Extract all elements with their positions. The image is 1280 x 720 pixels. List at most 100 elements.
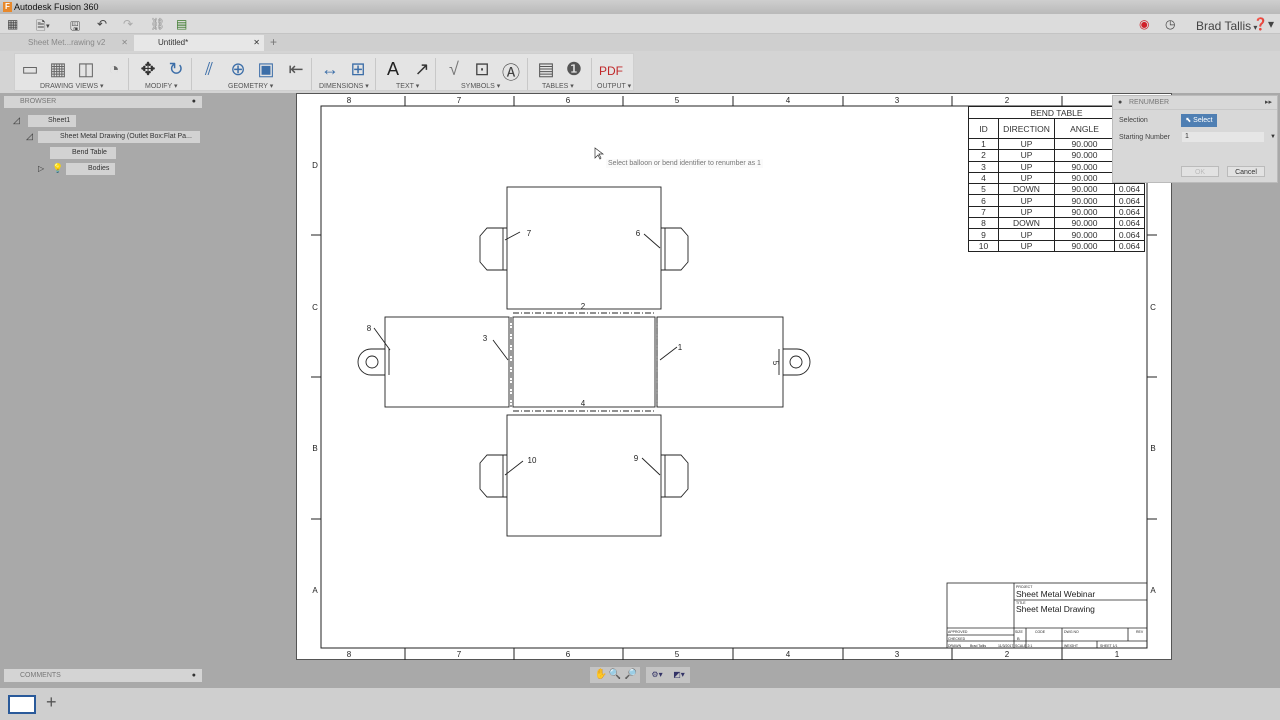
table-cell: 90.000 — [1054, 160, 1115, 173]
size-value: B — [1017, 636, 1020, 641]
drawn-date: 11/3/2017 — [998, 644, 1013, 648]
dialog-header: ● RENUMBER ▸▸ — [1113, 96, 1277, 110]
bend-balloon[interactable]: 3 — [483, 334, 488, 343]
zone-label-bottom: 6 — [566, 650, 571, 659]
table-cell: UP — [998, 239, 1055, 252]
bend-balloon[interactable]: 2 — [581, 302, 586, 311]
table-cell: 2 — [968, 149, 999, 162]
table-cell: 8 — [968, 217, 999, 230]
column-header: ANGLE — [1054, 118, 1115, 139]
table-row: 10 UP 90.000 0.064 — [968, 239, 1145, 252]
table-row: 9 UP 90.000 0.064 — [968, 228, 1145, 241]
bend-balloon[interactable]: 1 — [678, 343, 683, 352]
table-cell: 0.064 — [1114, 183, 1145, 196]
table-cell: 90.000 — [1054, 137, 1115, 151]
table-cell: 0.064 — [1114, 217, 1145, 230]
rev-label: REV — [1136, 630, 1144, 634]
bend-balloon[interactable]: 6 — [636, 229, 641, 238]
table-cell: 1 — [968, 137, 999, 151]
zone-label-bottom: 5 — [675, 650, 680, 659]
table-cell: 90.000 — [1054, 239, 1115, 252]
select-button[interactable]: ⬉ Select — [1181, 114, 1217, 127]
size-label: SIZE — [1015, 630, 1023, 634]
table-cell: 0.064 — [1114, 205, 1145, 219]
table-cell: UP — [998, 171, 1055, 185]
table-cell: 9 — [968, 228, 999, 241]
ok-button[interactable]: OK — [1181, 166, 1219, 177]
add-sheet-button[interactable]: + — [46, 692, 57, 713]
table-cell: 4 — [968, 171, 999, 185]
flat-pattern-view — [357, 186, 811, 537]
zone-label-right: B — [1150, 444, 1155, 453]
bend-balloon[interactable]: 7 — [527, 229, 532, 238]
table-cell: UP — [998, 205, 1055, 219]
column-header: DIRECTION — [998, 118, 1055, 139]
sheet-bar: + — [0, 688, 1280, 720]
table-cell: 10 — [968, 239, 999, 252]
table-cell: 90.000 — [1054, 171, 1115, 185]
dialog-title: RENUMBER — [1129, 99, 1170, 106]
zoom-icon[interactable]: 🔎 — [624, 667, 638, 683]
table-cell: 0.064 — [1114, 194, 1145, 207]
zone-label-left: C — [312, 303, 318, 312]
zone-label-top: 2 — [1005, 96, 1010, 105]
starting-number-input[interactable]: 1 ▼ — [1182, 132, 1276, 142]
display-settings-icon[interactable]: ⚙▾ — [648, 667, 666, 683]
table-cell: 3 — [968, 160, 999, 173]
bend-balloon[interactable]: 8 — [367, 324, 372, 333]
table-cell: 0.064 — [1114, 228, 1145, 241]
zone-label-bottom: 8 — [347, 650, 352, 659]
zone-label-right: A — [1150, 586, 1156, 595]
approved-label: APPROVED — [948, 630, 968, 634]
selection-label: Selection — [1119, 117, 1148, 124]
project-name: Sheet Metal Webinar — [1016, 589, 1095, 599]
dropdown-arrow-icon[interactable]: ▼ — [1270, 132, 1276, 142]
table-cell: UP — [998, 160, 1055, 173]
cancel-button[interactable]: Cancel — [1227, 166, 1265, 177]
table-cell: 90.000 — [1054, 217, 1115, 230]
renumber-dialog: ● RENUMBER ▸▸ Selection ⬉ Select Starting … — [1112, 95, 1278, 183]
table-cell: DOWN — [998, 183, 1055, 196]
code-label: CODE — [1035, 630, 1046, 634]
table-row: 8 DOWN 90.000 0.064 — [968, 217, 1145, 230]
zone-label-bottom: 2 — [1005, 650, 1010, 659]
dialog-icon: ● — [1118, 99, 1123, 106]
table-row: 5 DOWN 90.000 0.064 — [968, 183, 1145, 196]
table-cell: UP — [998, 137, 1055, 151]
zone-label-right: C — [1150, 303, 1156, 312]
zone-label-top: 7 — [457, 96, 462, 105]
zone-label-bottom: 1 — [1115, 650, 1120, 659]
starting-number-label: Starting Number — [1119, 134, 1170, 141]
grid-settings-icon[interactable]: ◩▾ — [670, 667, 688, 683]
table-cell: 6 — [968, 194, 999, 207]
table-cell: UP — [998, 228, 1055, 241]
zone-label-left: B — [312, 444, 317, 453]
bend-balloon[interactable]: 9 — [634, 454, 639, 463]
pan-icon[interactable]: ✋ — [594, 667, 608, 683]
scale-value: SCALE 2:1 — [1015, 644, 1032, 648]
sheet-thumbnail[interactable] — [8, 695, 36, 714]
table-cell: 90.000 — [1054, 149, 1115, 162]
zone-label-left: D — [312, 161, 318, 170]
table-cell: 90.000 — [1054, 194, 1115, 207]
zoom-window-icon[interactable]: 🔍 — [608, 667, 622, 683]
zone-label-bottom: 4 — [786, 650, 791, 659]
zone-label-top: 4 — [786, 96, 791, 105]
table-cell: DOWN — [998, 217, 1055, 230]
table-cell: UP — [998, 149, 1055, 162]
weight-label: WEIGHT — [1064, 644, 1079, 648]
expand-dialog-icon[interactable]: ▸▸ — [1265, 96, 1272, 110]
table-row: 7 UP 90.000 0.064 — [968, 205, 1145, 219]
bend-balloon[interactable]: 4 — [581, 399, 586, 408]
table-cell: 90.000 — [1054, 228, 1115, 241]
table-cell: 7 — [968, 205, 999, 219]
zone-label-left: A — [312, 586, 318, 595]
bend-balloon[interactable]: 5 — [771, 361, 780, 366]
zone-label-top: 3 — [895, 96, 900, 105]
tooltip: Select balloon or bend identifier to ren… — [606, 159, 763, 168]
starting-number-value: 1 — [1185, 133, 1189, 140]
table-cell: 90.000 — [1054, 183, 1115, 196]
checked-label: CHECKED — [948, 637, 966, 641]
dwg-no-label: DWG NO — [1064, 630, 1079, 634]
bend-balloon[interactable]: 10 — [528, 456, 537, 465]
